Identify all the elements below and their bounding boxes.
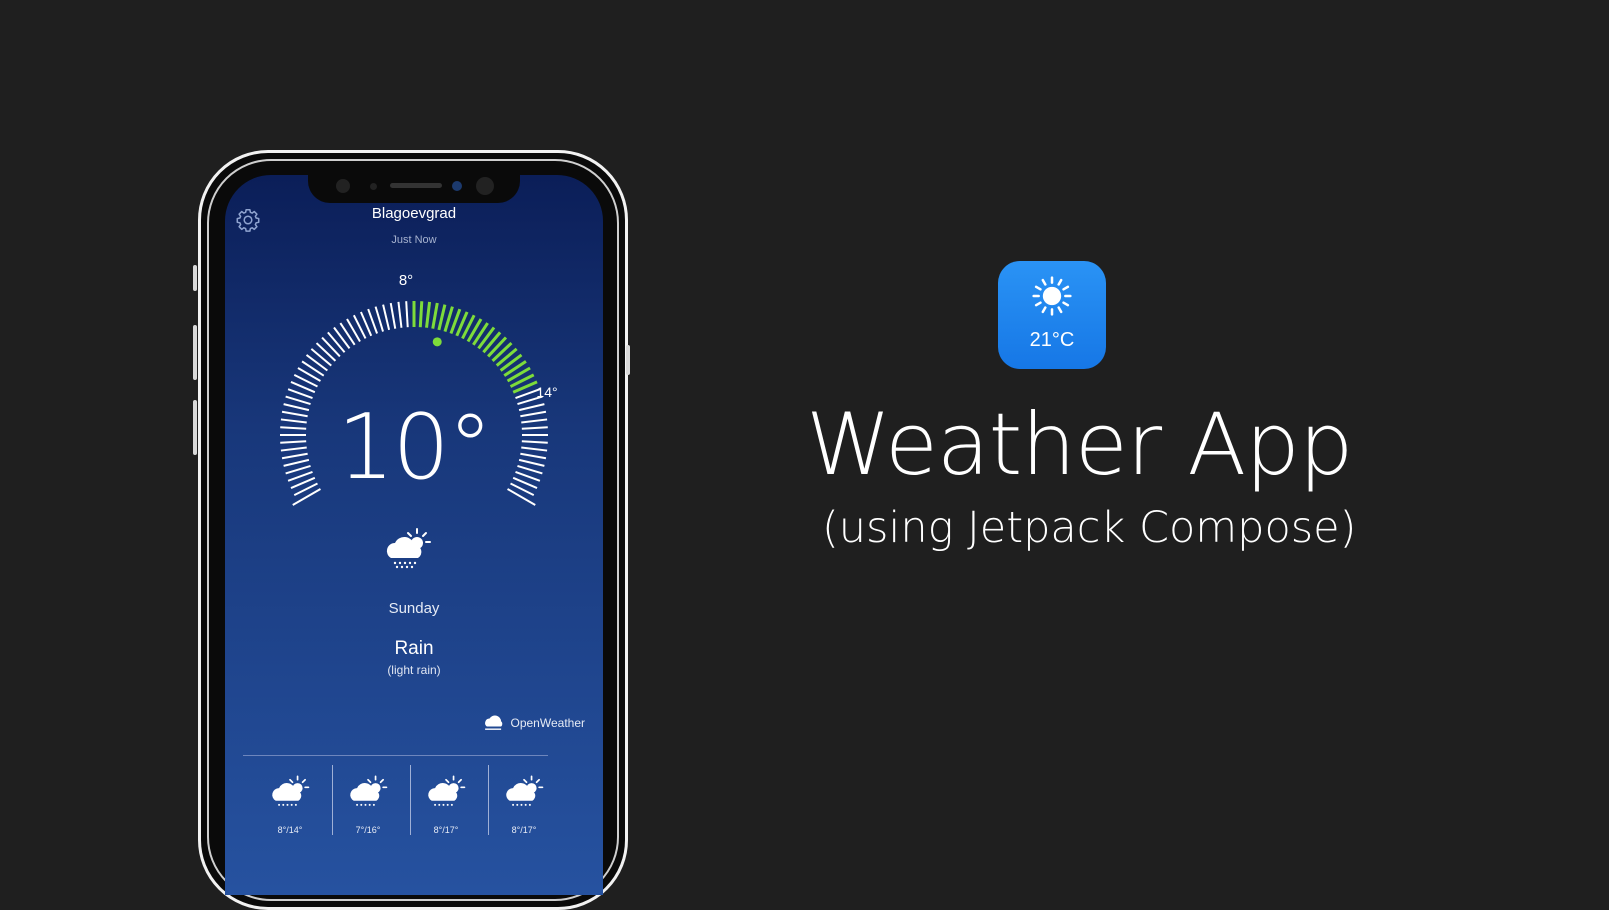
notch-sensor — [370, 183, 377, 190]
app-icon-temperature: 21°C — [1029, 329, 1075, 351]
forecast-item[interactable]: 8°/17° — [410, 765, 488, 835]
forecast-item[interactable]: 7°/16° — [332, 765, 410, 835]
sun-ray — [1057, 278, 1063, 286]
day-label: Sunday — [388, 600, 440, 617]
current-temperature: 10° — [337, 395, 493, 500]
notch-sensor — [476, 177, 494, 195]
phone-power-button — [626, 345, 630, 375]
gauge-tick — [321, 336, 341, 358]
rain-cloud-sun-icon — [386, 528, 431, 569]
provider-name: OpenWeather — [510, 716, 586, 730]
gauge-tick — [443, 306, 454, 332]
gauge-tick — [305, 354, 328, 372]
gauge-tick — [482, 331, 502, 354]
gauge-tick — [405, 301, 409, 328]
gauge-min-label: 8° — [399, 272, 413, 289]
gauge-tick — [310, 348, 332, 367]
openweather-logo-icon — [484, 715, 502, 730]
phone-side-button — [193, 265, 197, 291]
rain-cloud-sun-icon — [272, 775, 310, 806]
gauge-tick — [374, 306, 384, 332]
gauge-tick — [333, 326, 351, 349]
sun-ray — [1041, 278, 1047, 286]
notch-sensor — [336, 179, 350, 193]
gauge-tick — [397, 301, 403, 328]
rain-cloud-sun-icon — [350, 775, 388, 806]
gauge-tick — [339, 322, 356, 346]
city-name: Blagoevgrad — [371, 205, 457, 222]
sun-ray — [1062, 285, 1070, 291]
forecast-strip: 8°/14° 7°/16° 8°/17° 8°/17° — [255, 765, 566, 835]
forecast-item[interactable]: 8°/14° — [255, 765, 332, 835]
forecast-divider — [243, 755, 548, 756]
forecast-temp: 8°/17° — [511, 825, 537, 835]
sun-ray — [1034, 301, 1042, 307]
gauge-tick — [327, 331, 346, 353]
rain-cloud-sun-icon — [428, 775, 466, 806]
forecast-temp: 8°/14° — [277, 825, 303, 835]
forecast-temp: 7°/16° — [355, 825, 381, 835]
gauge-tick — [301, 360, 325, 377]
forecast-item[interactable]: 8°/17° — [488, 765, 566, 835]
gauge-tick — [495, 347, 518, 367]
gauge-tick — [315, 342, 337, 362]
notch-speaker — [390, 183, 442, 188]
promo-subtitle: (using Jetpack Compose) — [822, 503, 1357, 553]
last-updated: Just Now — [391, 234, 437, 246]
gauge-tick — [487, 336, 508, 358]
gauge-tick — [431, 302, 439, 329]
gauge-current-dot — [432, 337, 442, 347]
phone-screen: Blagoevgrad Just Now 8° 14° 10° Sunday R… — [225, 175, 603, 895]
gauge-tick — [425, 301, 432, 328]
rain-cloud-sun-icon — [506, 775, 544, 806]
condition-label: Rain — [394, 638, 434, 659]
sun-ray — [1057, 306, 1063, 314]
notch-camera — [452, 181, 462, 191]
gauge-tick — [437, 304, 447, 331]
gauge-tick — [382, 304, 391, 331]
provider-attribution[interactable]: OpenWeather — [483, 715, 586, 731]
phone-volume-up-button — [193, 325, 197, 380]
gauge-tick — [477, 326, 496, 350]
sun-ray — [1062, 301, 1070, 307]
phone-volume-down-button — [193, 400, 197, 455]
phone-notch — [308, 175, 520, 203]
gauge-tick — [491, 341, 513, 362]
app-icon: 21°C — [998, 261, 1106, 369]
forecast-temp: 8°/17° — [433, 825, 459, 835]
sun-icon — [1032, 276, 1072, 316]
gauge-tick — [499, 353, 523, 372]
gauge-tick — [389, 302, 397, 329]
gauge-tick — [418, 301, 424, 328]
sun-ray — [1041, 306, 1047, 314]
condition-detail: (light rain) — [387, 663, 441, 677]
promo-title: Weather App — [806, 395, 1353, 495]
sun-ray — [1034, 285, 1042, 291]
